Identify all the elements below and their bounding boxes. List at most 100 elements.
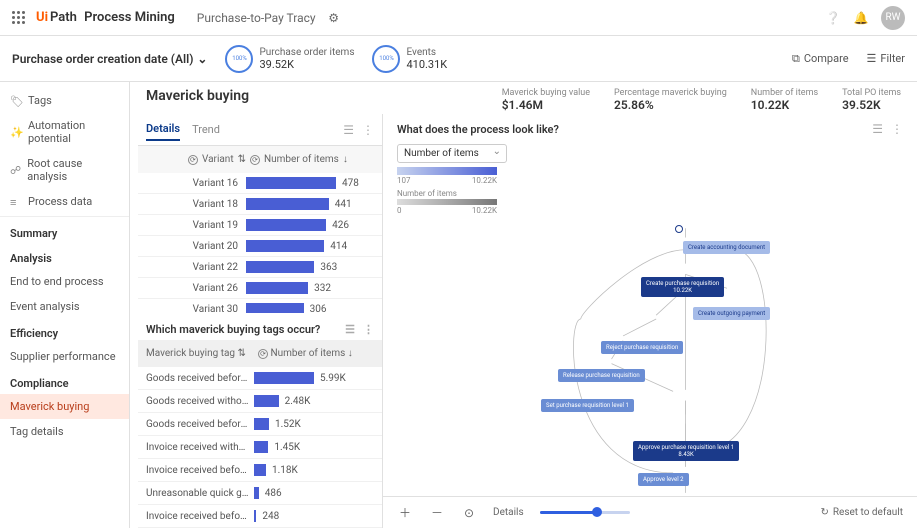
- variant-bar: [246, 282, 308, 294]
- filter-button[interactable]: ☰ Filter: [867, 52, 905, 65]
- tag-row[interactable]: Invoice received without P…1.45K: [138, 436, 382, 459]
- process-node[interactable]: Set purchase requisition level 1: [541, 399, 634, 412]
- tag-row[interactable]: Invoice received before PO…248: [138, 505, 382, 528]
- tag-label: Goods received without P…: [146, 396, 254, 407]
- process-node[interactable]: Release purchase requisition: [558, 369, 645, 382]
- reset-button[interactable]: ↻ Reset to default: [820, 507, 903, 518]
- notification-icon[interactable]: 🔔: [853, 10, 869, 26]
- breadcrumb[interactable]: Purchase-to-Pay Tracy: [197, 11, 316, 25]
- start-node: [675, 225, 683, 233]
- metric: Total PO items39.52K: [842, 88, 901, 112]
- chevron-down-icon: ⌄: [197, 52, 207, 66]
- more-icon[interactable]: ⋮: [891, 122, 903, 136]
- tag-row[interactable]: Goods received before PO …5.99K: [138, 367, 382, 390]
- process-node[interactable]: Create outgoing payment: [693, 307, 770, 320]
- col-tag[interactable]: Maverick buying tag: [146, 348, 235, 359]
- kpi-events[interactable]: 100% Events 410.31K: [372, 45, 447, 73]
- date-filter-label: Purchase order creation date (All): [12, 52, 193, 66]
- variant-row[interactable]: Variant 26332: [138, 278, 382, 299]
- process-node[interactable]: Approve purchase requisition level 18.43…: [633, 441, 739, 461]
- tag-label: Invoice received before PO…: [146, 465, 254, 476]
- kpi1-label: Purchase order items: [259, 47, 354, 58]
- variant-row[interactable]: Variant 16478: [138, 173, 382, 194]
- sidebar-item[interactable]: End to end process: [0, 269, 129, 294]
- tag-value: 2.48K: [285, 396, 311, 407]
- more-icon[interactable]: ⋮: [362, 123, 374, 137]
- tag-bar: [254, 395, 279, 407]
- sidebar-item-label: Supplier performance: [10, 350, 116, 363]
- variant-value: 441: [335, 199, 352, 210]
- tag-bar: [254, 510, 256, 522]
- variant-label: Variant 30: [146, 304, 246, 314]
- compare-button[interactable]: ⧉ Compare: [792, 52, 849, 66]
- apps-launcher-icon[interactable]: [12, 11, 26, 25]
- date-filter-dropdown[interactable]: Purchase order creation date (All) ⌄: [12, 52, 207, 66]
- sidebar-group-title[interactable]: Analysis: [0, 244, 129, 269]
- sidebar-item[interactable]: ☍Root cause analysis: [0, 151, 129, 189]
- variant-label: Variant 26: [146, 283, 246, 294]
- process-node[interactable]: Reject purchase requisition: [601, 341, 683, 354]
- detail-slider[interactable]: [540, 511, 630, 514]
- metric-value: $1.46M: [502, 98, 590, 112]
- tag-row[interactable]: Goods received before PO …1.52K: [138, 413, 382, 436]
- sidebar-item-label: Automation potential: [28, 119, 119, 145]
- sidebar-item[interactable]: Supplier performance: [0, 344, 129, 369]
- sidebar-item[interactable]: Tag details: [0, 419, 129, 444]
- avatar[interactable]: RW: [881, 6, 905, 30]
- col-number[interactable]: Number of items: [264, 154, 339, 165]
- help-icon[interactable]: ❔: [825, 10, 841, 26]
- sidebar-item[interactable]: ✨Automation potential: [0, 113, 129, 151]
- filter-icon[interactable]: ☰: [343, 123, 354, 137]
- tag-row[interactable]: Unreasonable quick goods…486: [138, 482, 382, 505]
- sidebar-item-label: Root cause analysis: [27, 157, 119, 183]
- col-variant[interactable]: Variant: [202, 154, 234, 165]
- process-node[interactable]: Approve level 2: [638, 473, 689, 486]
- sidebar-group-title[interactable]: Compliance: [0, 369, 129, 394]
- tag-row[interactable]: Goods received without P… 2.48K: [138, 390, 382, 413]
- variant-row[interactable]: Variant 20 414: [138, 236, 382, 257]
- metric-dropdown[interactable]: Number of items: [397, 144, 507, 163]
- settings-icon[interactable]: ⚙: [326, 10, 342, 26]
- process-node[interactable]: Create purchase requisition10.22K: [641, 277, 724, 297]
- variant-row[interactable]: Variant 22363: [138, 257, 382, 278]
- variant-row[interactable]: Variant 19426: [138, 215, 382, 236]
- sidebar-group-title[interactable]: Efficiency: [0, 319, 129, 344]
- fit-button[interactable]: ⊙: [461, 505, 477, 521]
- process-graph[interactable]: Create accounting document Create purchas…: [383, 219, 917, 496]
- filter-icon[interactable]: ☰: [872, 122, 883, 136]
- sidebar-item[interactable]: Event analysis: [0, 294, 129, 319]
- sidebar-group-title[interactable]: Summary: [0, 219, 129, 244]
- filter-icon[interactable]: ☰: [345, 323, 355, 336]
- more-icon[interactable]: ⋮: [363, 323, 374, 336]
- zoom-in-button[interactable]: －: [429, 505, 445, 521]
- process-node[interactable]: Create accounting document: [683, 241, 770, 254]
- sidebar-item[interactable]: 🏷Tags: [0, 88, 129, 113]
- edge-legend: [397, 199, 497, 205]
- metric-value: 10.22K: [751, 98, 818, 112]
- zoom-out-button[interactable]: ＋: [397, 505, 413, 521]
- refresh-icon[interactable]: ⟳: [250, 155, 260, 165]
- variant-row[interactable]: Variant 30306: [138, 299, 382, 313]
- process-title: What does the process look like?: [397, 123, 559, 136]
- tag-value: 486: [265, 488, 282, 499]
- col-tag-number[interactable]: Number of items: [270, 348, 345, 359]
- kpi2-label: Events: [406, 47, 447, 58]
- refresh-icon[interactable]: ⟳: [188, 155, 198, 165]
- sidebar-item-label: End to end process: [10, 275, 104, 288]
- kpi-purchase-order-items[interactable]: 100% Purchase order items 39.52K: [225, 45, 354, 73]
- variant-label: Variant 20: [146, 241, 246, 252]
- variant-label: Variant 18: [146, 199, 246, 210]
- variant-label: Variant 16: [146, 178, 246, 189]
- tag-bar: [254, 464, 266, 476]
- refresh-icon[interactable]: ⟳: [258, 349, 268, 359]
- sidebar-item[interactable]: Maverick buying: [0, 394, 129, 419]
- variant-row[interactable]: Variant 18 441: [138, 194, 382, 215]
- sidebar-item[interactable]: ≡Process data: [0, 189, 129, 214]
- kpi1-value: 39.52K: [259, 58, 354, 71]
- tab-trend[interactable]: Trend: [192, 119, 220, 140]
- brand-path: Path: [50, 10, 77, 25]
- tab-details[interactable]: Details: [146, 118, 180, 141]
- tag-row[interactable]: Invoice received before PO…1.18K: [138, 459, 382, 482]
- variant-value: 414: [330, 241, 347, 252]
- sidebar-item-label: Tag details: [10, 425, 64, 438]
